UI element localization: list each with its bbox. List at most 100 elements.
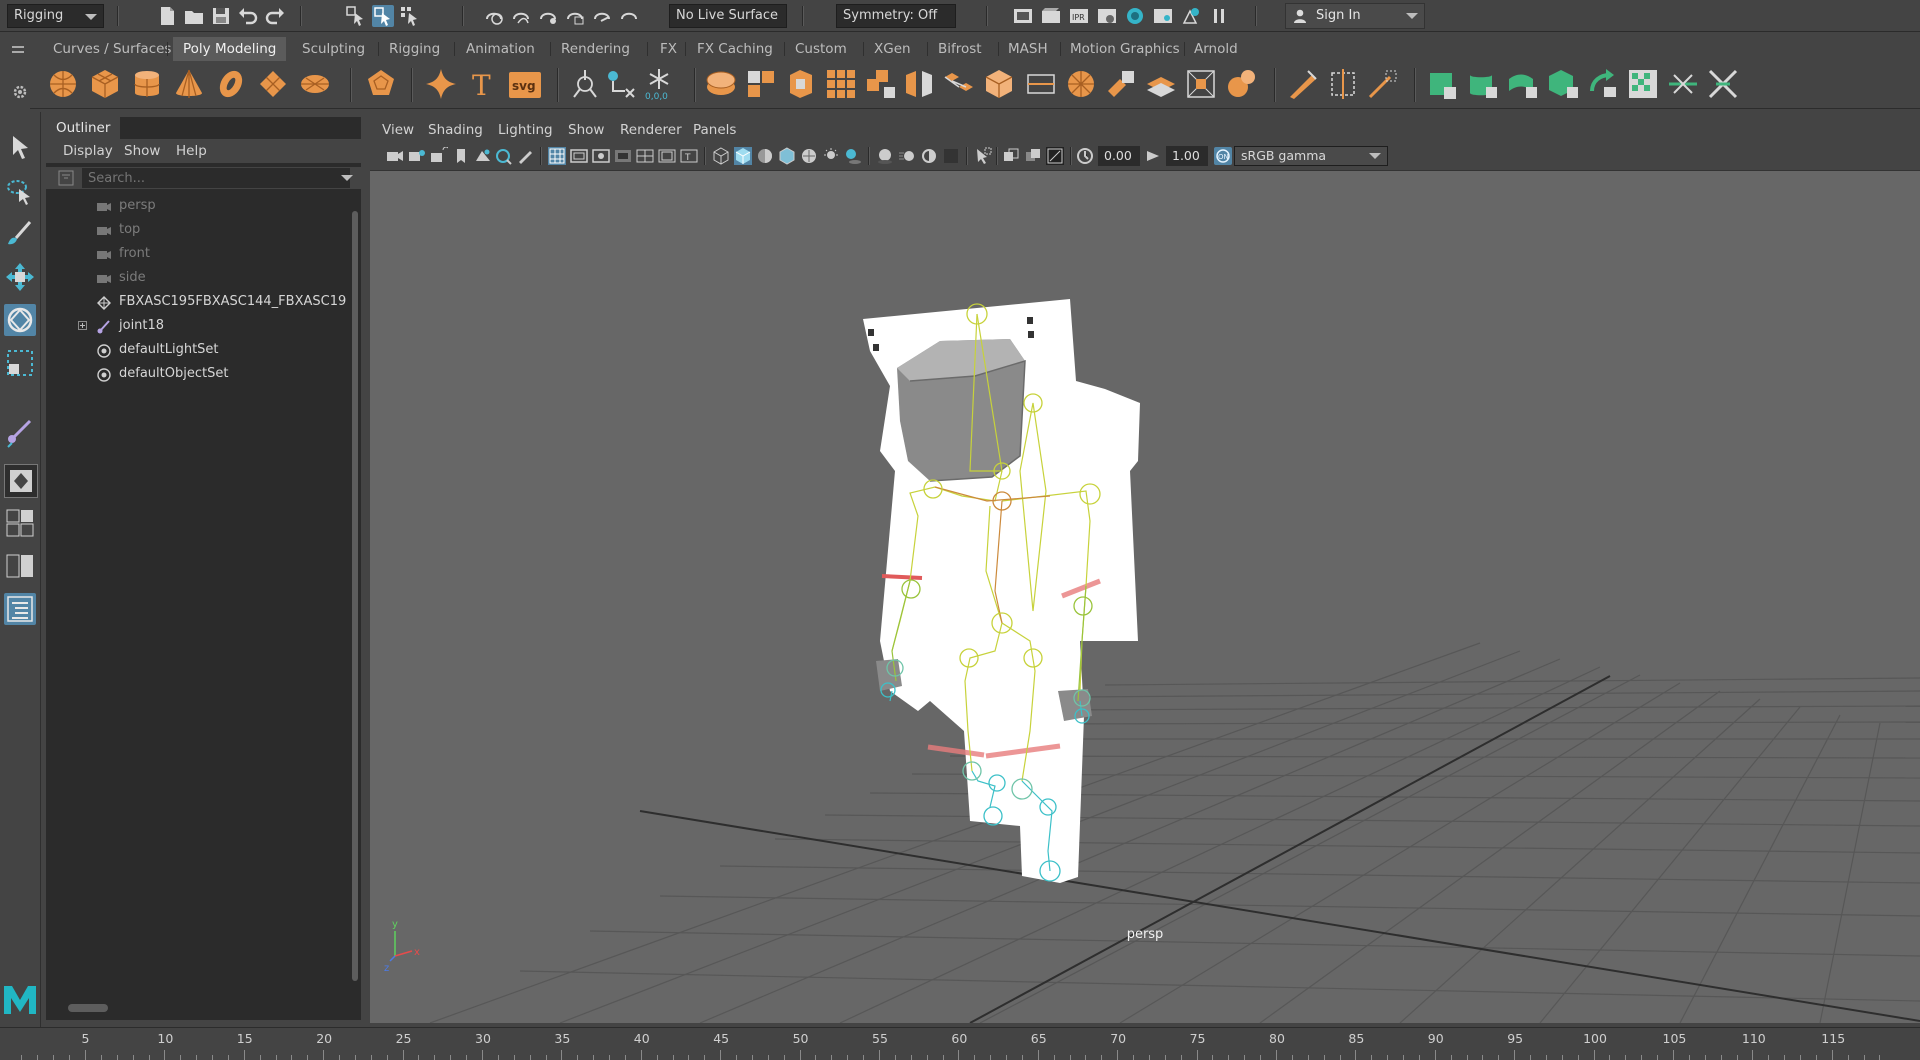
svg-tool-icon[interactable]: svg [508,69,542,103]
scene-view[interactable]: y x z [370,171,1920,1023]
uv-editor-icon[interactable] [1626,67,1660,101]
safe-action-icon[interactable] [658,147,676,165]
screen-space-ao-icon[interactable] [876,147,894,165]
list-item[interactable]: persp [46,194,346,218]
uv-sew-icon[interactable] [1706,67,1740,101]
snap-grid-icon[interactable] [483,5,505,27]
tab-rigging[interactable]: Rigging [379,37,450,61]
viewport-menu-lighting[interactable]: Lighting [498,118,553,142]
gamma-icon[interactable] [1144,147,1162,165]
pause-viewport-icon[interactable] [1208,5,1230,27]
image-plane-icon[interactable] [474,147,492,165]
field-chart-icon[interactable] [636,147,654,165]
tab-poly-modeling[interactable]: Poly Modeling [173,37,287,61]
poly-cone-icon[interactable] [172,67,206,101]
ipr-render-icon[interactable]: IPR [1068,5,1090,27]
move-tool-icon[interactable] [4,261,36,293]
tab-mash[interactable]: MASH [998,37,1058,61]
scrollbar-thumb[interactable] [352,211,358,981]
lasso-tool-icon[interactable] [4,175,36,207]
render-settings-icon[interactable] [1096,5,1118,27]
render-current-icon[interactable] [1040,5,1062,27]
smooth-shade-icon[interactable] [734,147,752,165]
uv-spherical-icon[interactable] [1506,67,1540,101]
time-slider-track[interactable]: 5 10 15 20 25 30 35 40 45 50 55 60 65 70 75 80 85 90 95 100… [15,1028,1920,1060]
anti-aliasing-icon[interactable] [920,147,938,165]
render-setup-icon[interactable] [1152,5,1174,27]
xray-components-icon[interactable] [1046,147,1064,165]
freeze-transform-icon[interactable]: 0,0,0 [642,67,676,101]
outliner-horizontal-scrollbar[interactable] [46,1000,349,1016]
uv-cut-icon[interactable] [1666,67,1700,101]
grease-pencil-icon[interactable] [516,147,534,165]
poly-plane-icon[interactable] [256,67,290,101]
tab-curves-surfaces[interactable]: Curves / Surfaces [43,37,181,61]
gear-icon[interactable] [12,84,28,100]
wireframe-on-shaded-icon[interactable] [778,147,796,165]
save-scene-icon[interactable] [210,5,232,27]
snap-live-icon[interactable] [591,5,613,27]
outliner-vertical-scrollbar[interactable] [349,191,361,1001]
motion-blur-icon[interactable] [898,147,916,165]
viewport-canvas[interactable]: y x z persp [370,171,1920,1023]
expand-icon[interactable] [78,321,87,330]
tab-fx[interactable]: FX [650,37,687,61]
list-item[interactable]: front [46,242,346,266]
extract-icon[interactable] [784,67,818,101]
poly-sphere-icon[interactable] [46,67,80,101]
select-tool-icon[interactable] [4,132,36,164]
select-component-icon[interactable] [399,5,421,27]
outliner-persp-layout-icon[interactable] [4,550,36,582]
grid-toggle-icon[interactable] [548,147,566,165]
poly-superellipse-icon[interactable] [424,67,458,101]
xray-icon[interactable] [1002,147,1020,165]
snap-point-icon[interactable] [537,5,559,27]
camera-tools-icon[interactable] [408,147,426,165]
exposure-icon[interactable] [1076,147,1094,165]
mirror-icon[interactable] [902,67,936,101]
tab-xgen[interactable]: XGen [864,37,921,61]
list-item[interactable]: joint18 [46,314,346,338]
uv-cylindrical-icon[interactable] [1466,67,1500,101]
fill-hole-icon[interactable] [1144,67,1178,101]
sign-in-button[interactable]: Sign In [1285,3,1425,29]
combine-icon[interactable] [704,67,738,101]
tab-rendering[interactable]: Rendering [551,37,640,61]
hypershade-icon[interactable] [1124,5,1146,27]
chevron-down-icon[interactable] [341,175,353,181]
tab-fx-caching[interactable]: FX Caching [687,37,783,61]
render-view-icon[interactable] [1012,5,1034,27]
lock-camera-icon[interactable] [430,147,448,165]
single-perspective-layout-icon[interactable] [4,464,38,498]
rotate-tool-icon[interactable] [4,304,36,336]
2d-pan-zoom-icon[interactable] [494,147,512,165]
poly-torus-icon[interactable] [214,67,248,101]
offset-edge-loop-icon[interactable] [1366,67,1400,101]
snap-curve-icon[interactable] [510,5,532,27]
select-object-icon[interactable] [372,5,394,27]
list-item[interactable]: top [46,218,346,242]
light-editor-icon[interactable] [1180,5,1202,27]
sculpt-icon[interactable] [1224,67,1258,101]
viewport-menu-renderer[interactable]: Renderer [620,118,682,142]
tab-bifrost[interactable]: Bifrost [928,37,992,61]
tab-animation[interactable]: Animation [456,37,545,61]
new-scene-icon[interactable] [156,5,178,27]
depth-of-field-icon[interactable] [942,147,960,165]
separate-icon[interactable] [744,67,778,101]
outliner-menu-display[interactable]: Display [63,139,113,163]
wireframe-icon[interactable] [712,147,730,165]
symmetry-dropdown[interactable]: Symmetry: Off [836,4,956,28]
xray-joints-icon[interactable] [1024,147,1042,165]
color-management-icon[interactable]: ON [1214,147,1232,165]
shelf-menu-icon[interactable] [12,44,28,56]
list-item[interactable]: defaultLightSet [46,338,346,362]
resolution-gate-icon[interactable] [592,147,610,165]
list-item[interactable]: defaultObjectSet [46,362,346,386]
menu-set-dropdown[interactable]: Rigging [7,4,104,28]
exposure-field[interactable]: 0.00 [1098,146,1140,166]
camera-attributes-icon[interactable] [386,147,404,165]
target-weld-icon[interactable] [1184,67,1218,101]
viewport-menu-panels[interactable]: Panels [693,118,736,142]
scrollbar-thumb[interactable] [68,1004,108,1012]
